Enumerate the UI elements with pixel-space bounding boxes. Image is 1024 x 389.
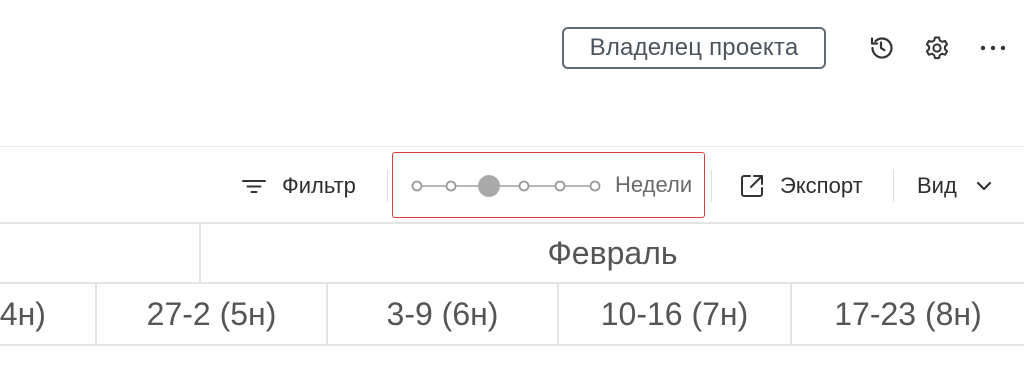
zoom-step-selected xyxy=(478,175,500,197)
toolbar-divider xyxy=(711,170,712,202)
project-owner-badge[interactable]: Владелец проекта xyxy=(562,27,826,69)
view-dropdown[interactable]: Вид xyxy=(917,150,995,222)
week-cell: 10-16 (7н) xyxy=(600,295,749,332)
week-cell: 27-2 (5н) xyxy=(146,295,277,332)
header-divider xyxy=(0,146,1024,147)
week-row: (4н) 27-2 (5н) 3-9 (6н) 10-16 (7н) 17-23… xyxy=(0,284,1024,346)
export-label: Экспорт xyxy=(780,173,863,198)
history-icon[interactable] xyxy=(866,33,896,63)
week-cell: 3-9 (6н) xyxy=(386,295,499,332)
week-cell: 17-23 (8н) xyxy=(834,295,982,332)
zoom-level-control[interactable]: Недели xyxy=(392,152,705,218)
toolbar-divider xyxy=(893,170,894,202)
zoom-step xyxy=(589,180,601,192)
zoom-step xyxy=(554,180,566,192)
month-cell xyxy=(0,224,199,282)
toolbar-divider xyxy=(387,170,388,202)
month-row: Февраль xyxy=(0,222,1024,284)
filter-icon xyxy=(242,180,266,193)
zoom-step xyxy=(445,180,457,192)
filter-button[interactable]: Фильтр xyxy=(240,150,356,222)
timeline-header: Февраль (4н) 27-2 (5н) 3-9 (6н) 10-16 (7… xyxy=(0,222,1024,346)
more-icon[interactable] xyxy=(978,33,1008,63)
zoom-step xyxy=(518,180,530,192)
week-cell: (4н) xyxy=(0,295,46,332)
zoom-step xyxy=(411,180,423,192)
filter-label: Фильтр xyxy=(282,173,356,198)
month-cell: Февраль xyxy=(547,234,678,271)
zoom-slider[interactable] xyxy=(411,173,601,199)
export-icon xyxy=(741,175,763,197)
timeline-toolbar: Фильтр Недели Экспорт Вид xyxy=(0,150,1024,222)
view-label: Вид xyxy=(917,173,957,198)
project-header: Владелец проекта xyxy=(0,0,1024,100)
export-button[interactable]: Экспорт xyxy=(738,150,863,222)
zoom-level-label: Недели xyxy=(615,171,693,197)
settings-icon[interactable] xyxy=(922,33,952,63)
chevron-down-icon xyxy=(976,181,991,191)
